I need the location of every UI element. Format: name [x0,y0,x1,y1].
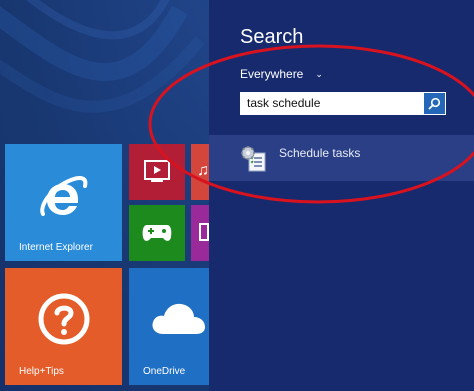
tile-internet-explorer[interactable]: Internet Explorer [5,144,122,261]
search-title: Search [240,26,304,48]
search-scope-label: Everywhere [240,67,304,81]
tile-games[interactable] [129,205,185,261]
search-input[interactable] [241,93,421,114]
xbox-games-icon [142,225,172,241]
tile-onedrive[interactable]: OneDrive [129,268,216,385]
tile-icon [199,223,209,241]
cloud-icon [152,303,205,334]
search-box [240,92,446,115]
tile-help-tips[interactable]: Help+Tips [5,268,122,385]
tile-label: Internet Explorer [19,242,93,253]
search-result-label: Schedule tasks [279,146,361,160]
task-scheduler-icon [241,146,266,172]
search-button[interactable] [424,93,445,114]
internet-explorer-icon [40,176,88,216]
tile-label: Help+Tips [19,366,64,377]
search-pane: Search Everywhere ⌄ Schedule tasks [209,0,474,391]
chevron-down-icon: ⌄ [315,68,323,79]
search-scope-dropdown[interactable]: Everywhere ⌄ [240,67,323,81]
help-question-icon [38,293,90,345]
music-icon: ♫ [197,162,209,179]
video-icon [144,160,170,182]
search-icon [428,97,441,110]
tile-video[interactable] [129,144,185,200]
search-result-item[interactable]: Schedule tasks [209,135,474,181]
tile-label: OneDrive [143,366,186,377]
